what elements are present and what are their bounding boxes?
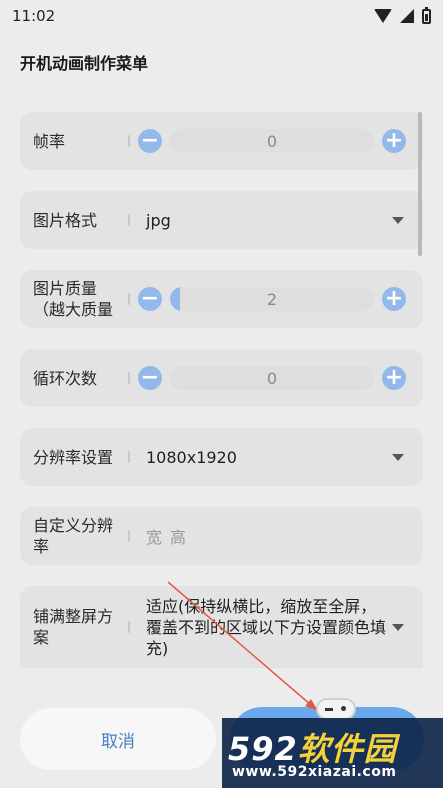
loop-count-value[interactable]: 0 (170, 366, 374, 390)
width-input[interactable]: 宽 (146, 524, 162, 548)
row-image-quality: 图片质量（越大质量 − 2 + (20, 270, 423, 328)
plus-icon[interactable]: + (382, 129, 406, 153)
divider (128, 372, 130, 384)
watermark-url: www.592xiazai.com (232, 764, 397, 780)
row-image-format[interactable]: 图片格式 jpg (20, 191, 423, 249)
cancel-button[interactable]: 取消 (20, 708, 216, 770)
divider (128, 135, 130, 147)
image-format-label: 图片格式 (33, 210, 98, 230)
menu-title: 开机动画制作菜单 (20, 54, 149, 73)
gamepad-icon (316, 698, 356, 720)
image-format-select[interactable]: jpg (146, 210, 392, 231)
frame-rate-value[interactable]: 0 (170, 129, 374, 153)
row-loop-count: 循环次数 − 0 + (20, 349, 423, 407)
loop-count-stepper[interactable]: − 0 + (138, 366, 406, 390)
minus-icon[interactable]: − (138, 129, 162, 153)
image-quality-slider[interactable]: 2 (170, 287, 374, 311)
resolution-select[interactable]: 1080x1920 (146, 447, 392, 468)
divider (128, 530, 130, 542)
dropdown-caret-icon[interactable] (392, 453, 404, 461)
minus-icon[interactable]: − (138, 287, 162, 311)
custom-resolution-label: 自定义分辨率 (33, 516, 114, 556)
dropdown-caret-icon[interactable] (392, 216, 404, 224)
slider-fill (170, 287, 181, 311)
signal-icon (400, 9, 414, 23)
row-resolution[interactable]: 分辨率设置 1080x1920 (20, 428, 423, 486)
frame-rate-label: 帧率 (33, 131, 66, 151)
image-quality-stepper[interactable]: − 2 + (138, 287, 406, 311)
divider (128, 621, 130, 633)
minus-icon[interactable]: − (138, 366, 162, 390)
image-quality-label: 图片质量（越大质量 (33, 279, 114, 319)
scrollbar-thumb[interactable] (418, 112, 422, 256)
settings-list[interactable]: 帧率 − 0 + 图片格式 jpg 图片质量（越大质量 − 2 + 循环次数 −… (20, 112, 423, 668)
battery-icon (422, 6, 431, 24)
fill-mode-select[interactable]: 适应(保持纵横比，缩放至全屏，覆盖不到的区域以下方设置颜色填充) (146, 596, 392, 659)
divider (128, 451, 130, 463)
divider (128, 214, 130, 226)
site-watermark: 592软件园 www.592xiazai.com (222, 718, 443, 788)
row-fill-mode[interactable]: 铺满整屏方案 适应(保持纵横比，缩放至全屏，覆盖不到的区域以下方设置颜色填充) (20, 586, 423, 668)
fill-mode-label: 铺满整屏方案 (33, 607, 114, 647)
plus-icon[interactable]: + (382, 287, 406, 311)
divider (128, 293, 130, 305)
row-frame-rate: 帧率 − 0 + (20, 112, 423, 170)
wifi-icon (374, 9, 392, 23)
resolution-label: 分辨率设置 (33, 447, 114, 467)
loop-count-label: 循环次数 (33, 368, 98, 388)
status-icons (374, 6, 431, 24)
dropdown-caret-icon[interactable] (392, 623, 404, 631)
status-bar: 11:02 (0, 0, 443, 32)
status-time: 11:02 (12, 7, 56, 25)
plus-icon[interactable]: + (382, 366, 406, 390)
frame-rate-stepper[interactable]: − 0 + (138, 129, 406, 153)
row-custom-resolution: 自定义分辨率 宽 高 (20, 507, 423, 565)
height-input[interactable]: 高 (170, 524, 186, 548)
